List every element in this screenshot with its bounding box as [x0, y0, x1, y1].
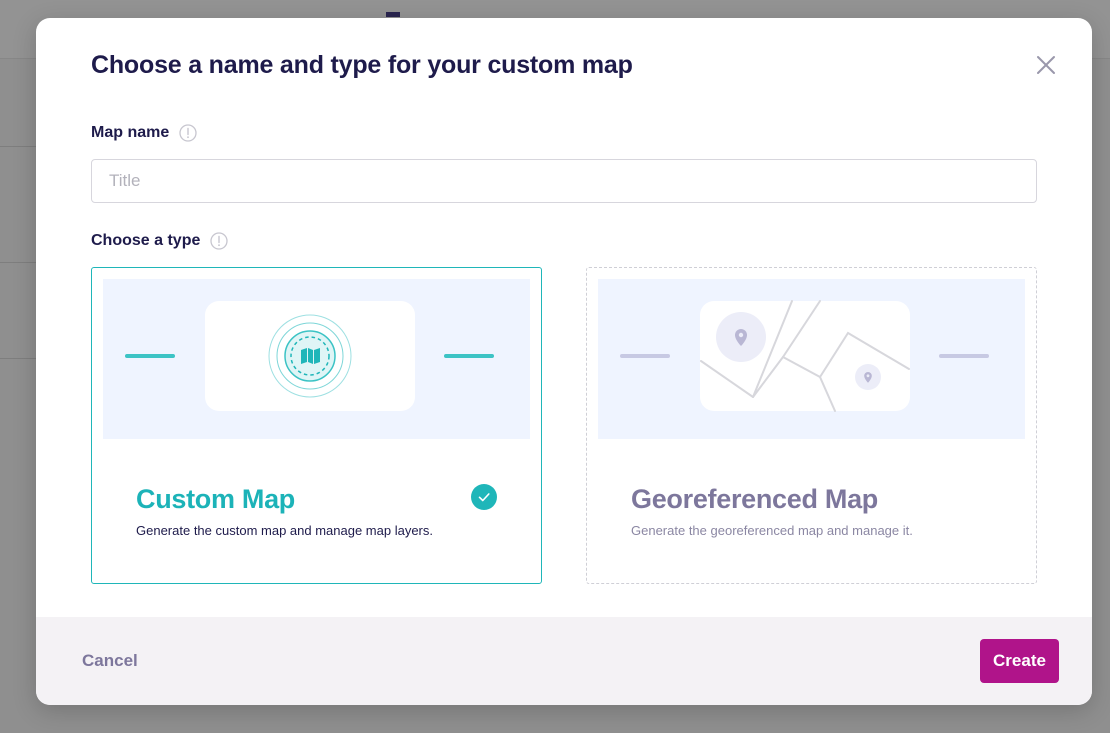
close-button[interactable]: [1032, 51, 1060, 79]
close-icon: [1037, 56, 1055, 74]
dialog-title: Choose a name and type for your custom m…: [91, 51, 633, 79]
custom-map-description: Generate the custom map and manage map l…: [136, 523, 433, 538]
map-name-label-text: Map name: [91, 124, 170, 141]
check-circle-icon: [471, 484, 497, 510]
cancel-button[interactable]: Cancel: [82, 651, 138, 671]
create-button[interactable]: Create: [980, 639, 1059, 683]
georeferenced-map-description: Generate the georeferenced map and manag…: [631, 523, 913, 538]
info-icon[interactable]: [179, 124, 197, 142]
create-map-dialog: Choose a name and type for your custom m…: [36, 18, 1092, 705]
map-icon: [301, 348, 320, 364]
custom-map-title: Custom Map: [136, 484, 296, 514]
choose-type-label-text: Choose a type: [91, 232, 201, 249]
georeferenced-map-illustration: [598, 279, 1025, 439]
dialog-footer: Cancel Create: [36, 617, 1092, 705]
type-card-georeferenced-map[interactable]: Georeferenced Map Generate the georefere…: [586, 267, 1037, 584]
type-card-custom-map[interactable]: Custom Map Generate the custom map and m…: [91, 267, 542, 584]
info-icon[interactable]: [210, 232, 229, 250]
map-name-label: Map name: [91, 124, 197, 142]
custom-map-illustration: [103, 279, 530, 439]
georeferenced-map-title: Georeferenced Map: [631, 484, 878, 514]
map-title-input[interactable]: [91, 159, 1037, 203]
choose-type-label: Choose a type: [91, 232, 229, 250]
